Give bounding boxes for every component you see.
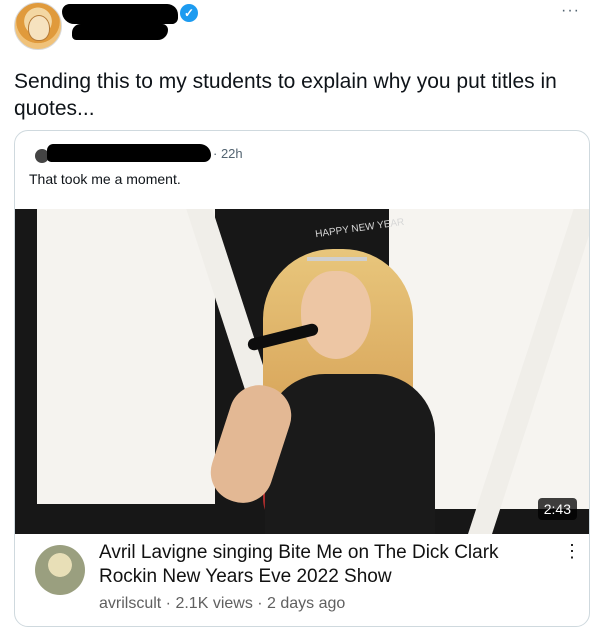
video-duration-badge: 2:43: [537, 498, 577, 520]
redacted-handle-block: [72, 24, 168, 40]
more-options-icon[interactable]: ···: [561, 2, 580, 20]
youtube-video-meta: avrilscult · 2.1K views · 2 days ago: [99, 595, 346, 612]
youtube-menu-icon[interactable]: ⋮: [563, 541, 581, 561]
tweet-avatar[interactable]: [14, 2, 62, 50]
tweet-text: Sending this to my students to explain w…: [14, 70, 557, 120]
video-screen-left: [37, 209, 215, 504]
youtube-channel-avatar[interactable]: [35, 545, 85, 595]
verified-badge-icon: ✓: [180, 4, 198, 22]
redacted-quoted-name: [47, 144, 211, 162]
singer-face: [301, 271, 371, 359]
youtube-video-title[interactable]: Avril Lavigne singing Bite Me on The Dic…: [99, 541, 539, 589]
video-thumbnail[interactable]: HAPPY NEW YEAR 2:43: [15, 209, 589, 534]
quoted-timestamp: · 22h: [213, 146, 243, 161]
avatar-face: [28, 15, 50, 41]
quoted-text: That took me a moment.: [29, 171, 181, 187]
quoted-post-card[interactable]: · 22h That took me a moment. HAPPY NEW Y…: [14, 130, 590, 627]
redacted-name-block: [62, 4, 178, 24]
singer-body: [265, 374, 435, 534]
